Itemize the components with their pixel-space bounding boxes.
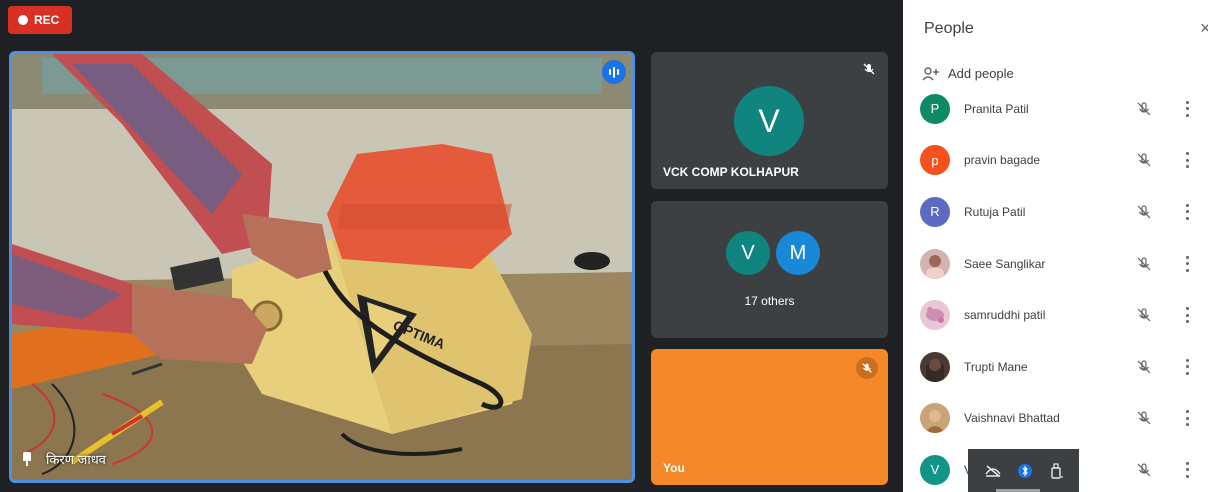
participant-tile-vck[interactable]: V VCK COMP KOLHAPUR <box>651 52 888 189</box>
list-item[interactable]: Saee Sanglikar <box>903 238 1208 290</box>
mic-off-icon <box>1137 411 1151 425</box>
mic-off-icon <box>1137 360 1151 374</box>
close-icon[interactable]: × <box>1200 18 1208 39</box>
avatar: M <box>776 231 820 275</box>
list-item[interactable]: P Pranita Patil <box>903 83 1208 135</box>
tile-name: VCK COMP KOLHAPUR <box>663 165 799 179</box>
avatar: P <box>920 93 950 124</box>
main-video-tile[interactable]: OPTIMA किरण जाधव <box>9 51 635 483</box>
avatar <box>920 248 950 279</box>
participant-name: pravin bagade <box>964 153 1041 168</box>
bluetooth-icon[interactable] <box>1018 463 1033 479</box>
more-options-icon[interactable] <box>1185 152 1189 169</box>
avatar: V <box>726 231 770 275</box>
avatar: V <box>734 86 804 156</box>
main-tile-name: किरण जाधव <box>22 450 106 468</box>
mic-off-icon <box>1137 256 1151 271</box>
meeting-stage: REC OPTIMA किरण जाधव V VCK COMP KOLHAPUR… <box>0 0 902 492</box>
more-options-icon[interactable] <box>1185 203 1189 220</box>
mic-off-icon <box>1137 102 1151 116</box>
recording-indicator: REC <box>8 6 72 34</box>
avatar <box>920 403 950 434</box>
panel-title: People <box>924 20 974 37</box>
recording-label: REC <box>34 13 60 27</box>
video-frame: OPTIMA <box>12 54 632 480</box>
add-people-button[interactable]: Add people <box>922 66 1014 81</box>
participant-name: Rutuja Patil <box>964 204 1026 219</box>
list-item[interactable]: Vaishnavi Bhattad <box>903 393 1208 445</box>
others-count: 17 others <box>744 294 795 308</box>
participant-name: Saee Sanglikar <box>964 256 1046 271</box>
self-label: You <box>663 461 685 475</box>
mic-off-icon <box>1137 153 1151 167</box>
self-tile[interactable]: You <box>651 349 888 485</box>
mic-off-icon <box>1137 205 1151 219</box>
list-item[interactable]: p pravin bagade <box>903 135 1208 187</box>
avatar: R <box>920 196 950 227</box>
participant-name: किरण जाधव <box>46 452 106 467</box>
people-panel: People × Add people P Pranita Patil p pr… <box>903 0 1208 492</box>
more-options-icon[interactable] <box>1185 358 1189 375</box>
participant-name: samruddhi patil <box>964 308 1046 323</box>
avatar: V <box>920 454 950 485</box>
avatar <box>920 300 950 331</box>
usb-icon[interactable] <box>1049 462 1063 480</box>
mic-off-icon <box>856 357 878 379</box>
record-dot-icon <box>18 15 28 25</box>
speaking-indicator-icon <box>602 60 626 84</box>
more-options-icon[interactable] <box>1185 100 1189 117</box>
add-people-label: Add people <box>948 66 1014 81</box>
more-options-icon[interactable] <box>1185 410 1189 427</box>
hide-icon[interactable] <box>984 464 1002 478</box>
list-item[interactable]: Trupti Mane <box>903 341 1208 393</box>
participant-list: P Pranita Patil p pravin bagade R Rutuja… <box>903 83 1208 492</box>
avatar <box>920 351 950 382</box>
avatar-group: V M <box>726 231 820 275</box>
list-item[interactable]: samruddhi patil <box>903 289 1208 341</box>
participant-name: Pranita Patil <box>964 101 1029 116</box>
participant-name: Trupti Mane <box>964 359 1028 374</box>
participant-name: Vaishnavi Bhattad <box>964 411 1060 426</box>
avatar: p <box>920 145 950 176</box>
mic-off-icon <box>1137 463 1151 477</box>
more-options-icon[interactable] <box>1185 461 1189 478</box>
mic-off-icon <box>863 63 875 75</box>
more-options-icon[interactable] <box>1185 255 1189 272</box>
add-person-icon <box>922 66 939 80</box>
more-options-icon[interactable] <box>1185 307 1189 324</box>
pin-icon[interactable] <box>22 452 32 466</box>
system-tray <box>968 449 1079 492</box>
list-item[interactable]: R Rutuja Patil <box>903 186 1208 238</box>
mic-off-icon <box>1137 308 1151 322</box>
others-tile[interactable]: V M 17 others <box>651 201 888 338</box>
